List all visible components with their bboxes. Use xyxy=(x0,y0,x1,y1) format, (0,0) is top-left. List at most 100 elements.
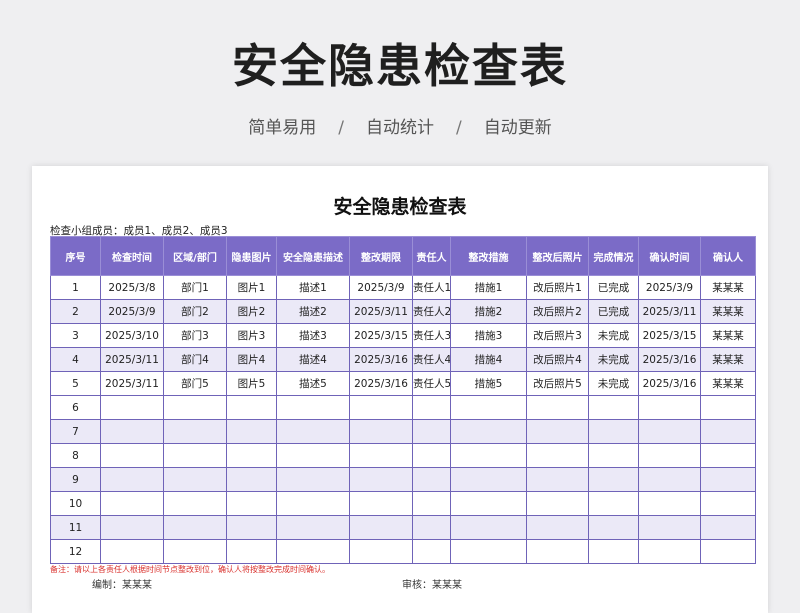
table-cell[interactable]: 改后照片4 xyxy=(526,347,589,372)
table-cell[interactable] xyxy=(276,419,350,444)
table-cell[interactable] xyxy=(412,395,451,420)
table-cell[interactable] xyxy=(276,467,350,492)
table-cell[interactable]: 已完成 xyxy=(588,275,639,300)
table-cell[interactable]: 改后照片3 xyxy=(526,323,589,348)
table-cell[interactable]: 7 xyxy=(50,419,101,444)
table-cell[interactable] xyxy=(526,515,589,540)
table-cell[interactable] xyxy=(450,491,527,516)
table-cell[interactable] xyxy=(226,443,277,468)
table-cell[interactable]: 某某某 xyxy=(700,299,756,324)
table-cell[interactable] xyxy=(412,491,451,516)
table-cell[interactable] xyxy=(638,515,701,540)
table-cell[interactable] xyxy=(349,467,413,492)
table-cell[interactable] xyxy=(588,491,639,516)
table-cell[interactable]: 部门1 xyxy=(163,275,227,300)
table-cell[interactable] xyxy=(412,539,451,564)
table-cell[interactable]: 2025/3/9 xyxy=(349,275,413,300)
table-cell[interactable]: 未完成 xyxy=(588,347,639,372)
table-cell[interactable]: 描述2 xyxy=(276,299,350,324)
table-cell[interactable]: 2025/3/16 xyxy=(638,371,701,396)
table-cell[interactable]: 3 xyxy=(50,323,101,348)
table-cell[interactable]: 2025/3/16 xyxy=(349,371,413,396)
table-cell[interactable]: 4 xyxy=(50,347,101,372)
table-cell[interactable]: 措施1 xyxy=(450,275,527,300)
table-cell[interactable]: 2025/3/11 xyxy=(100,371,164,396)
table-cell[interactable] xyxy=(100,419,164,444)
table-cell[interactable]: 措施4 xyxy=(450,347,527,372)
table-cell[interactable] xyxy=(349,443,413,468)
table-cell[interactable]: 2025/3/10 xyxy=(100,323,164,348)
table-cell[interactable] xyxy=(588,419,639,444)
table-cell[interactable] xyxy=(100,515,164,540)
table-cell[interactable] xyxy=(100,539,164,564)
table-cell[interactable]: 2 xyxy=(50,299,101,324)
table-cell[interactable]: 2025/3/15 xyxy=(349,323,413,348)
table-cell[interactable]: 描述1 xyxy=(276,275,350,300)
table-cell[interactable] xyxy=(226,491,277,516)
table-cell[interactable] xyxy=(226,539,277,564)
table-cell[interactable]: 部门5 xyxy=(163,371,227,396)
table-cell[interactable] xyxy=(526,491,589,516)
table-cell[interactable] xyxy=(349,419,413,444)
table-cell[interactable] xyxy=(226,419,277,444)
table-cell[interactable] xyxy=(588,539,639,564)
table-cell[interactable] xyxy=(588,467,639,492)
table-cell[interactable] xyxy=(526,443,589,468)
table-cell[interactable] xyxy=(700,539,756,564)
table-cell[interactable] xyxy=(412,443,451,468)
table-cell[interactable] xyxy=(450,395,527,420)
table-cell[interactable]: 部门2 xyxy=(163,299,227,324)
table-cell[interactable]: 图片5 xyxy=(226,371,277,396)
table-cell[interactable] xyxy=(100,395,164,420)
table-cell[interactable]: 12 xyxy=(50,539,101,564)
table-cell[interactable] xyxy=(349,515,413,540)
table-cell[interactable]: 图片3 xyxy=(226,323,277,348)
table-cell[interactable] xyxy=(276,491,350,516)
table-cell[interactable] xyxy=(100,443,164,468)
table-cell[interactable]: 未完成 xyxy=(588,371,639,396)
table-cell[interactable]: 6 xyxy=(50,395,101,420)
table-cell[interactable] xyxy=(349,539,413,564)
table-cell[interactable] xyxy=(226,467,277,492)
table-cell[interactable] xyxy=(588,443,639,468)
table-cell[interactable] xyxy=(100,491,164,516)
table-cell[interactable] xyxy=(526,539,589,564)
table-cell[interactable] xyxy=(100,467,164,492)
table-cell[interactable]: 责任人1 xyxy=(412,275,451,300)
table-cell[interactable] xyxy=(163,419,227,444)
table-cell[interactable] xyxy=(638,395,701,420)
table-cell[interactable]: 2025/3/9 xyxy=(638,275,701,300)
table-cell[interactable]: 责任人4 xyxy=(412,347,451,372)
table-cell[interactable] xyxy=(349,491,413,516)
table-cell[interactable] xyxy=(163,467,227,492)
table-cell[interactable] xyxy=(163,491,227,516)
table-cell[interactable] xyxy=(226,395,277,420)
table-cell[interactable] xyxy=(526,395,589,420)
table-cell[interactable]: 2025/3/15 xyxy=(638,323,701,348)
table-cell[interactable]: 措施3 xyxy=(450,323,527,348)
table-cell[interactable]: 改后照片5 xyxy=(526,371,589,396)
table-cell[interactable]: 10 xyxy=(50,491,101,516)
table-cell[interactable]: 2025/3/8 xyxy=(100,275,164,300)
table-cell[interactable] xyxy=(412,419,451,444)
table-cell[interactable]: 描述5 xyxy=(276,371,350,396)
table-cell[interactable]: 图片1 xyxy=(226,275,277,300)
table-cell[interactable] xyxy=(700,467,756,492)
table-cell[interactable]: 某某某 xyxy=(700,323,756,348)
table-cell[interactable]: 8 xyxy=(50,443,101,468)
table-cell[interactable]: 措施2 xyxy=(450,299,527,324)
table-cell[interactable] xyxy=(163,539,227,564)
table-cell[interactable] xyxy=(638,491,701,516)
table-cell[interactable]: 9 xyxy=(50,467,101,492)
table-cell[interactable]: 描述4 xyxy=(276,347,350,372)
table-cell[interactable]: 1 xyxy=(50,275,101,300)
table-cell[interactable] xyxy=(276,515,350,540)
table-cell[interactable] xyxy=(450,515,527,540)
table-cell[interactable] xyxy=(588,515,639,540)
table-cell[interactable] xyxy=(526,467,589,492)
table-cell[interactable]: 部门3 xyxy=(163,323,227,348)
table-cell[interactable]: 描述3 xyxy=(276,323,350,348)
table-cell[interactable] xyxy=(450,539,527,564)
table-cell[interactable] xyxy=(588,395,639,420)
table-cell[interactable] xyxy=(700,515,756,540)
